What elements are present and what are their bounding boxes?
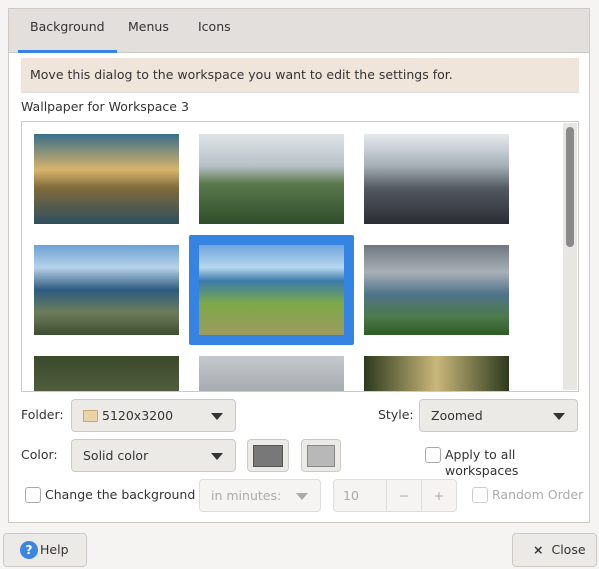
style-value: Zoomed (431, 408, 483, 423)
tab-menus[interactable]: Menus (116, 9, 181, 53)
settings-dialog: Background Menus Icons Move this dialog … (8, 8, 590, 523)
folder-combo[interactable]: 5120x3200 (71, 399, 236, 432)
wallpaper-thumbnail[interactable] (364, 356, 509, 391)
apply-all-checkbox[interactable] (425, 447, 441, 463)
wallpaper-grid (21, 121, 579, 392)
close-button[interactable]: × Close (512, 533, 597, 567)
wallpaper-thumbnail[interactable] (199, 134, 344, 224)
primary-color-button[interactable] (247, 439, 289, 472)
info-notice: Move this dialog to the workspace you wa… (21, 58, 579, 93)
wallpaper-thumbnail[interactable] (199, 356, 344, 391)
help-label: Help (40, 542, 69, 557)
help-icon: ? (20, 541, 38, 559)
change-background-label: Change the background (45, 487, 196, 502)
wallpaper-thumbnail[interactable] (199, 245, 344, 335)
chevron-down-icon (553, 413, 565, 420)
color-combo[interactable]: Solid color (71, 439, 236, 472)
scrollbar[interactable] (563, 123, 577, 390)
style-combo[interactable]: Zoomed (419, 399, 578, 432)
color-label: Color: (21, 447, 58, 462)
tab-background[interactable]: Background (18, 9, 117, 53)
scrollbar-thumb[interactable] (566, 127, 574, 247)
decrement-button[interactable]: − (386, 480, 421, 511)
change-background-checkbox[interactable] (25, 487, 41, 503)
random-order-label: Random Order (492, 487, 584, 502)
wallpaper-thumbnail[interactable] (364, 245, 509, 335)
style-label: Style: (378, 407, 414, 422)
close-label: Close (551, 542, 586, 557)
folder-value: 5120x3200 (102, 408, 174, 423)
tab-icons[interactable]: Icons (186, 9, 243, 53)
color-value: Solid color (83, 448, 149, 463)
interval-spinner-value: 10 (343, 488, 359, 503)
wallpaper-thumbnail[interactable] (34, 356, 179, 391)
folder-icon (83, 410, 98, 422)
increment-button[interactable]: + (421, 480, 456, 511)
chevron-down-icon (296, 493, 308, 500)
wallpaper-thumbnail[interactable] (34, 134, 179, 224)
random-order-checkbox[interactable] (472, 487, 488, 503)
wallpaper-thumbnail[interactable] (364, 134, 509, 224)
interval-value: in minutes: (211, 488, 282, 503)
interval-spinner[interactable]: 10 − + (333, 479, 457, 512)
secondary-color-button[interactable] (301, 439, 341, 472)
help-button[interactable]: ? Help (3, 533, 87, 567)
close-icon: × (533, 542, 544, 557)
chevron-down-icon (211, 453, 223, 460)
chevron-down-icon (211, 413, 223, 420)
folder-label: Folder: (21, 407, 64, 422)
wallpaper-thumbnail[interactable] (34, 245, 179, 335)
interval-combo[interactable]: in minutes: (199, 479, 321, 512)
apply-all-label: Apply to all workspaces (445, 447, 519, 478)
tab-bar: Background Menus Icons (9, 9, 589, 53)
wallpaper-label: Wallpaper for Workspace 3 (21, 99, 189, 114)
